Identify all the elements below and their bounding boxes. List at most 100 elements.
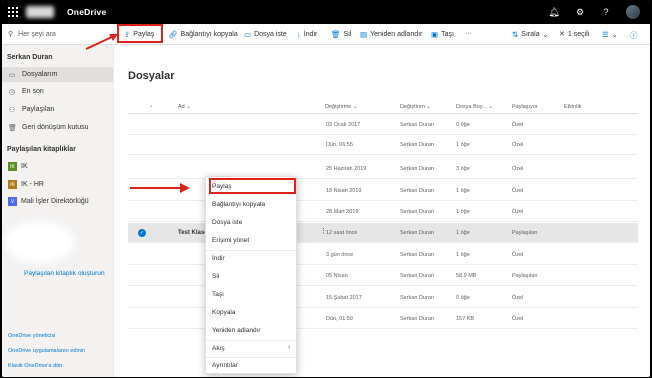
- library-finance[interactable]: V Mali İşler Direktörlüğü: [8, 197, 89, 206]
- column-activity[interactable]: Etkinlik: [564, 104, 581, 110]
- cell-sharing: Özel: [512, 188, 524, 194]
- top-icons: 🔔︎ ⚙ ?: [548, 5, 640, 19]
- bell-icon[interactable]: 🔔︎: [548, 7, 560, 18]
- move-label: Taşı: [441, 31, 454, 38]
- cell-modified-by: Serkan Duran: [400, 230, 434, 236]
- column-label: Değiştiren: [400, 104, 425, 110]
- sidebar-item-recycle-bin[interactable]: 🗑︎ Geri dönüşüm kutusu: [2, 120, 113, 135]
- column-name[interactable]: Ad ⌄: [178, 104, 191, 110]
- cell-modified-by: Serkan Duran: [400, 316, 434, 322]
- avatar[interactable]: [626, 5, 640, 19]
- library-ik-hr[interactable]: IK IK - HR: [8, 180, 44, 189]
- menu-item-details[interactable]: Ayrıntılar: [212, 362, 238, 369]
- sidebar: Serkan Duran ▭ Dosyalarım ◷ En son ⚇ Pay…: [2, 45, 114, 377]
- onedrive-admin-link[interactable]: OneDrive yöneticisi: [8, 333, 55, 339]
- create-shared-library-link[interactable]: Paylaşılan kitaplık oluşturun: [24, 270, 105, 277]
- sort-button[interactable]: ⇅ Sırala ⌄: [512, 30, 548, 39]
- table-row[interactable]: Dün, 06:55 Serkan Duran 1 öğe Özel: [128, 135, 638, 155]
- search-box[interactable]: ⚲ Her şeyi ara: [8, 30, 56, 39]
- table-row[interactable]: 03 Ocak 2017 Serkan Duran 0 öğe Özel: [128, 115, 638, 135]
- trash-icon: 🗑︎: [8, 124, 17, 132]
- cell-size: 157 KB: [456, 316, 475, 322]
- info-button[interactable]: ⓘ: [630, 30, 638, 41]
- cell-sharing: Paylaşılan: [512, 273, 538, 279]
- menu-item-request-files[interactable]: Dosya iste: [212, 219, 242, 226]
- menu-item-manage-access[interactable]: Erişimi yönet: [212, 237, 249, 244]
- cell-sharing: Paylaşılan: [512, 230, 538, 236]
- sidebar-item-my-files[interactable]: ▭ Dosyalarım: [2, 67, 113, 82]
- get-apps-link[interactable]: OneDrive uygulamalarını edinin: [8, 348, 85, 354]
- sidebar-item-label: Paylaşılan: [22, 106, 55, 113]
- column-label: Değiştirme: [325, 104, 352, 110]
- clock-icon: ◷: [8, 88, 16, 96]
- cell-sharing: Özel: [512, 316, 524, 322]
- menu-item-move[interactable]: Taşı: [212, 291, 224, 298]
- search-placeholder: Her şeyi ara: [18, 30, 56, 38]
- request-files-button[interactable]: ▭ Dosya iste: [244, 30, 287, 39]
- menu-item-copy[interactable]: Kopyala: [212, 309, 236, 316]
- classic-onedrive-link[interactable]: Klasik OneDrive'a dön: [8, 363, 62, 369]
- menu-separator: [206, 250, 298, 251]
- menu-item-delete[interactable]: Sil: [212, 273, 219, 280]
- view-toggle-button[interactable]: ☰ ⌄: [602, 30, 618, 39]
- file-type-icon: ▫: [150, 104, 152, 110]
- rename-icon: ▤: [360, 30, 368, 39]
- rename-button[interactable]: ▤ Yeniden adlandır: [360, 30, 422, 39]
- app-launcher-icon[interactable]: [8, 7, 18, 17]
- list-view-icon: ☰: [602, 30, 609, 39]
- cell-modified: 3 gün önce: [326, 252, 354, 258]
- column-sharing[interactable]: Paylaşıyor: [512, 104, 538, 110]
- sidebar-item-recent[interactable]: ◷ En son: [2, 84, 113, 99]
- more-label: ···: [465, 30, 472, 37]
- cell-modified-by: Serkan Duran: [400, 122, 434, 128]
- page-title: Dosyalar: [128, 70, 175, 82]
- help-icon[interactable]: ?: [600, 7, 612, 17]
- sidebar-item-label: Geri dönüşüm kutusu: [22, 124, 89, 131]
- context-menu: Paylaş Bağlantıyı kopyala Dosya iste Eri…: [205, 176, 298, 374]
- cell-modified: Dün, 01:59: [326, 316, 353, 322]
- cell-sharing: Özel: [512, 166, 524, 172]
- request-files-label: Dosya iste: [254, 31, 287, 38]
- cell-size: 3 öğe: [456, 166, 470, 172]
- sidebar-item-label: En son: [22, 88, 44, 95]
- menu-item-download[interactable]: İndir: [212, 255, 225, 262]
- column-modified[interactable]: Değiştirme ⌄: [325, 104, 357, 110]
- download-button[interactable]: ↓ İndir: [297, 30, 317, 39]
- menu-item-share[interactable]: Paylaş: [212, 183, 232, 190]
- rename-label: Yeniden adlandır: [370, 31, 423, 38]
- cell-size: 1 öğe: [456, 230, 470, 236]
- column-file-size[interactable]: Dosya Boy... ⌄: [456, 104, 493, 110]
- delete-button[interactable]: 🗑︎ Sil: [331, 30, 351, 39]
- link-icon: 🔗︎: [168, 30, 178, 39]
- checkmark-icon[interactable]: ✓: [138, 229, 146, 237]
- more-button[interactable]: ···: [465, 30, 472, 37]
- menu-separator: [206, 357, 298, 358]
- user-name: Serkan Duran: [7, 54, 53, 61]
- menu-item-rename[interactable]: Yeniden adlandır: [212, 327, 261, 334]
- cell-name[interactable]: Test Klasö: [178, 230, 208, 236]
- move-button[interactable]: ▣ Taşı: [431, 30, 454, 39]
- cell-sharing: Özel: [512, 142, 524, 148]
- library-label: Mali İşler Direktörlüğü: [21, 198, 89, 205]
- cell-modified-by: Serkan Duran: [400, 166, 434, 172]
- search-icon: ⚲: [8, 31, 14, 38]
- library-ik[interactable]: IK IK: [8, 162, 28, 171]
- selection-count[interactable]: ✕ 1 seçili: [559, 30, 589, 39]
- copy-link-button[interactable]: 🔗︎ Bağlantıyı kopyala: [168, 30, 238, 39]
- blurred-area: [4, 221, 74, 263]
- cell-size: 0 öğe: [456, 122, 470, 128]
- gear-icon[interactable]: ⚙: [574, 7, 586, 18]
- sidebar-item-label: Dosyalarım: [22, 71, 58, 78]
- folder-icon: ▭: [8, 71, 16, 79]
- column-label: Ad: [178, 104, 185, 110]
- column-modified-by[interactable]: Değiştiren ⌄: [400, 104, 431, 110]
- cell-modified-by: Serkan Duran: [400, 273, 434, 279]
- menu-item-copy-link[interactable]: Bağlantıyı kopyala: [212, 201, 265, 208]
- menu-item-flow[interactable]: Akış: [212, 345, 225, 352]
- main-content: Dosyalar ▫ Ad ⌄ Değiştirme ⌄ Değiştiren …: [114, 45, 650, 377]
- sidebar-item-shared[interactable]: ⚇ Paylaşılan: [2, 102, 113, 117]
- column-label: Dosya Boy...: [456, 104, 487, 110]
- cell-sharing: Özel: [512, 252, 524, 258]
- cell-size: 1 öğe: [456, 188, 470, 194]
- cell-size: 1 öğe: [456, 142, 470, 148]
